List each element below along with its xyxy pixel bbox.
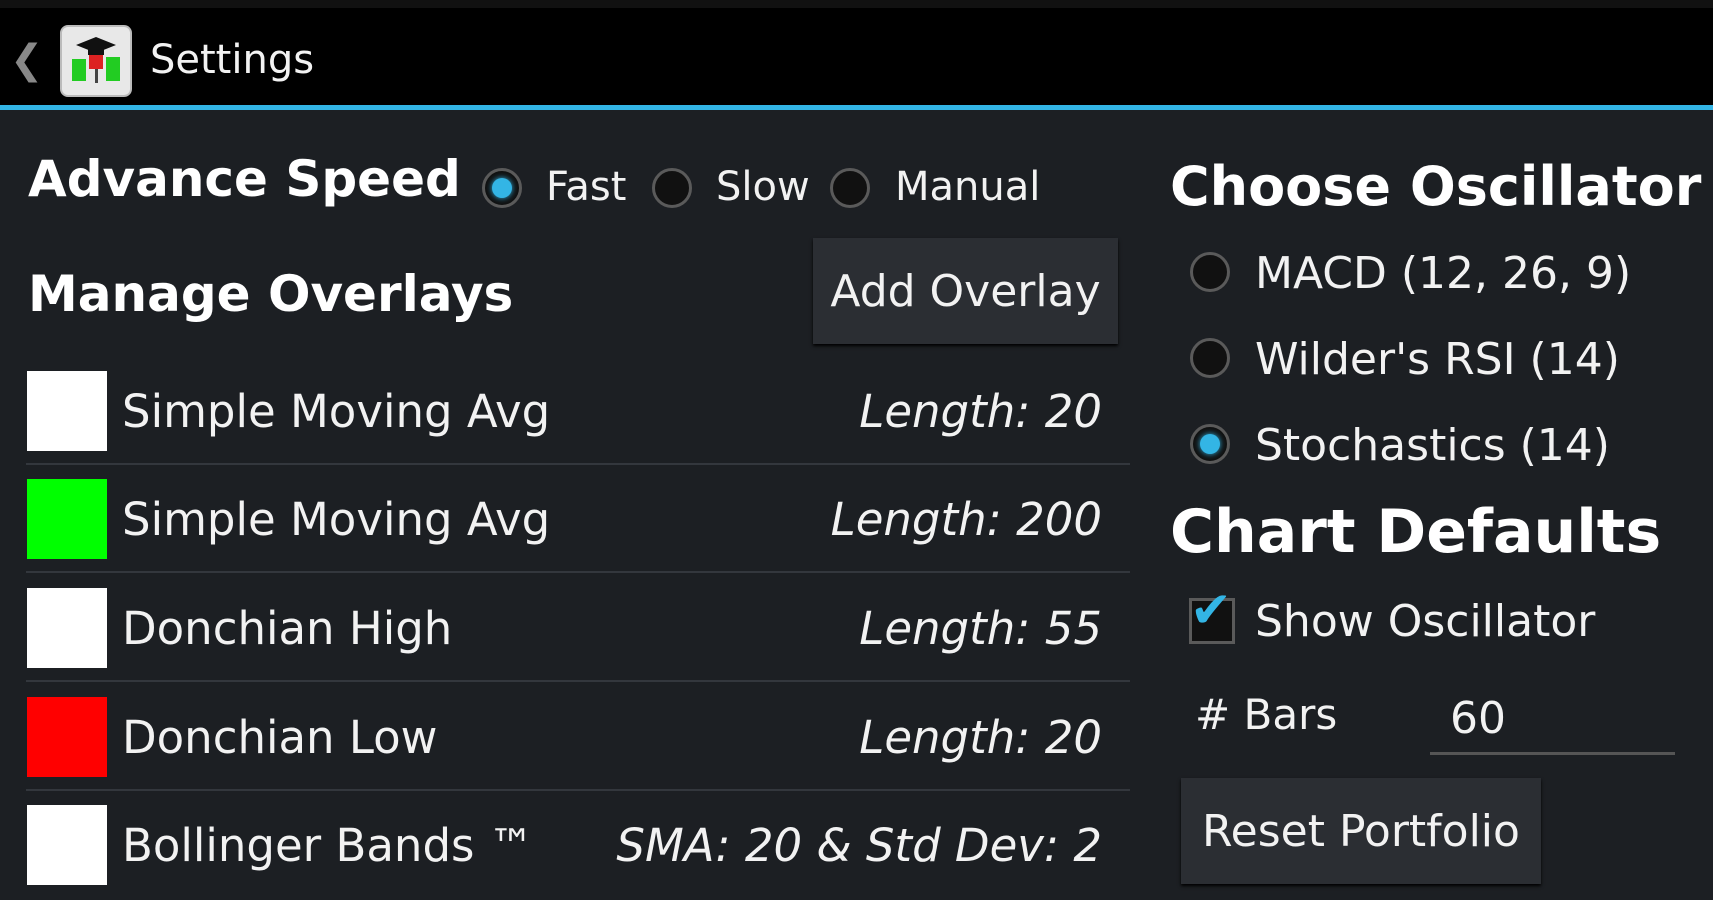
reset-portfolio-button[interactable]: Reset Portfolio xyxy=(1181,778,1541,884)
oscillator-macd-radio[interactable] xyxy=(1190,252,1230,292)
speed-fast-label[interactable]: Fast xyxy=(546,164,626,210)
speed-manual-radio[interactable] xyxy=(830,168,870,208)
choose-oscillator-heading: Choose Oscillator xyxy=(1170,155,1702,218)
action-bar: ❮ Settings xyxy=(0,0,1713,110)
overlay-row[interactable]: Donchian Low Length: 20 xyxy=(26,683,1130,791)
overlay-name: Simple Moving Avg xyxy=(122,385,551,438)
overlay-color-swatch[interactable] xyxy=(27,371,107,451)
bars-label: # Bars xyxy=(1195,690,1338,739)
overlay-name: Donchian Low xyxy=(122,711,438,764)
app-icon[interactable] xyxy=(60,25,132,97)
overlay-param: Length: 200 xyxy=(830,493,1102,546)
add-overlay-button[interactable]: Add Overlay xyxy=(813,238,1118,344)
manage-overlays-heading: Manage Overlays xyxy=(28,265,514,323)
overlay-color-swatch[interactable] xyxy=(27,479,107,559)
oscillator-stochastics-radio[interactable] xyxy=(1190,424,1230,464)
speed-manual-label[interactable]: Manual xyxy=(895,164,1040,210)
chart-defaults-heading: Chart Defaults xyxy=(1170,497,1662,567)
app-title: Settings xyxy=(150,37,315,83)
oscillator-macd-label[interactable]: MACD (12, 26, 9) xyxy=(1255,248,1631,299)
overlay-row[interactable]: Bollinger Bands ™ SMA: 20 & Std Dev: 2 xyxy=(26,791,1130,899)
overlay-name: Donchian High xyxy=(122,602,453,655)
status-strip xyxy=(0,0,1713,8)
oscillator-rsi-label[interactable]: Wilder's RSI (14) xyxy=(1255,334,1620,385)
chevron-left-icon[interactable]: ❮ xyxy=(10,40,44,80)
overlay-name: Simple Moving Avg xyxy=(122,493,551,546)
overlay-color-swatch[interactable] xyxy=(27,697,107,777)
speed-slow-radio[interactable] xyxy=(652,168,692,208)
overlay-row[interactable]: Simple Moving Avg Length: 20 xyxy=(26,357,1130,465)
overlay-color-swatch[interactable] xyxy=(27,805,107,885)
oscillator-rsi-radio[interactable] xyxy=(1190,338,1230,378)
overlay-row[interactable]: Donchian High Length: 55 xyxy=(26,574,1130,682)
overlay-param: Length: 20 xyxy=(859,385,1102,438)
overlay-param: SMA: 20 & Std Dev: 2 xyxy=(616,819,1102,872)
overlay-color-swatch[interactable] xyxy=(27,588,107,668)
speed-fast-radio[interactable] xyxy=(482,168,522,208)
bars-input[interactable] xyxy=(1430,685,1675,755)
overlay-name: Bollinger Bands ™ xyxy=(122,819,534,872)
overlay-row[interactable]: Simple Moving Avg Length: 200 xyxy=(26,465,1130,573)
overlay-param: Length: 55 xyxy=(859,602,1102,655)
speed-slow-label[interactable]: Slow xyxy=(716,164,810,210)
overlay-param: Length: 20 xyxy=(859,711,1102,764)
oscillator-stochastics-label[interactable]: Stochastics (14) xyxy=(1255,420,1610,471)
checkmark-icon: ✔ xyxy=(1190,581,1232,639)
candlestick-graduation-cap-icon xyxy=(72,37,120,83)
show-oscillator-label[interactable]: Show Oscillator xyxy=(1255,596,1595,647)
advance-speed-heading: Advance Speed xyxy=(28,150,461,208)
